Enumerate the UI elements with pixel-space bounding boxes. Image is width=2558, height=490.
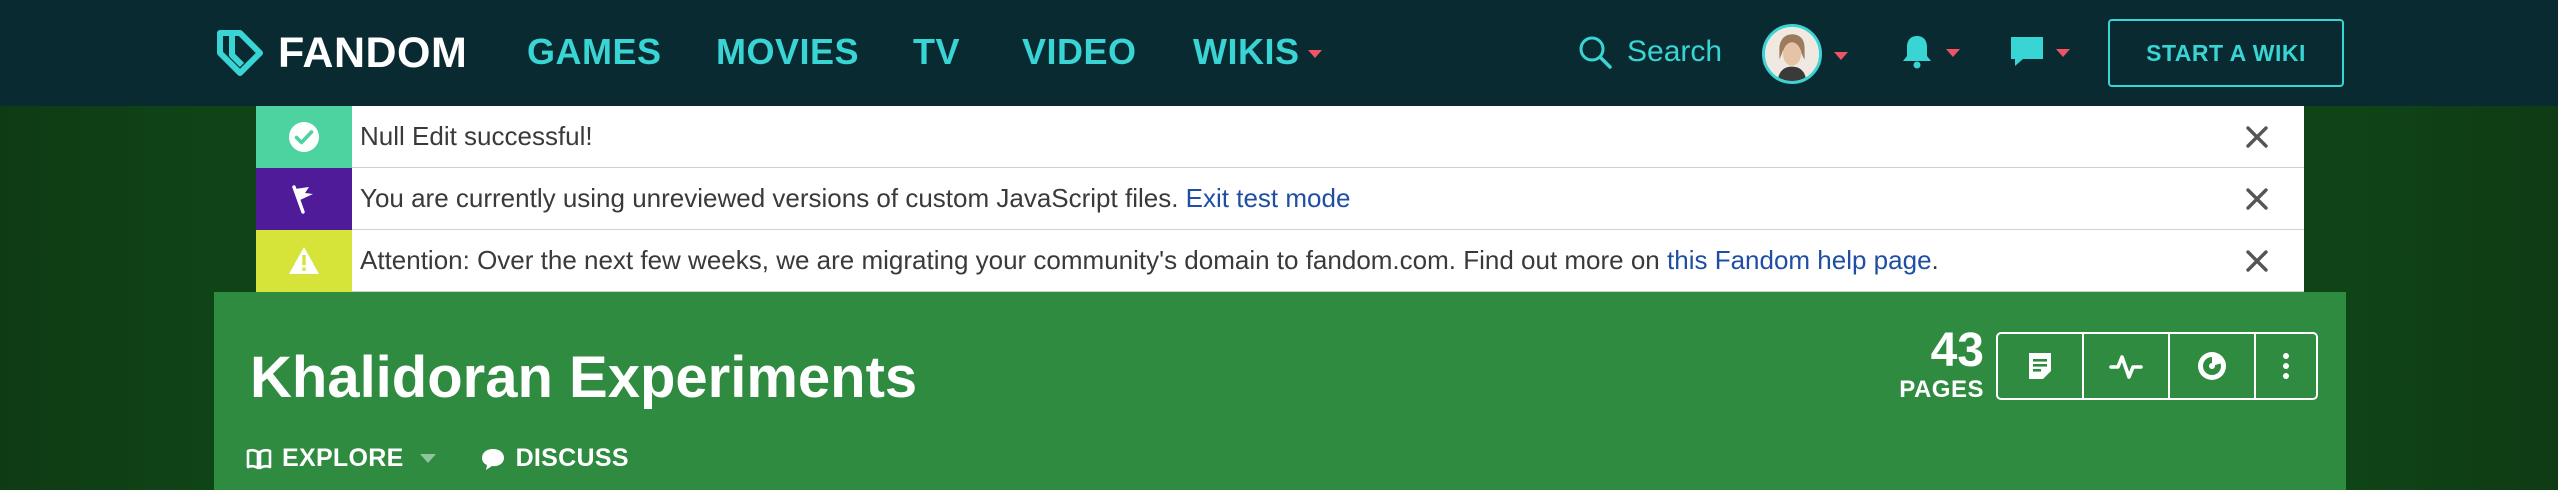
nav-link-wikis[interactable]: WIKIS — [1193, 31, 1322, 72]
logo-text: FANDOM — [278, 28, 468, 77]
banner-message: You are currently using unreviewed versi… — [352, 183, 1350, 214]
banner-success: Null Edit successful! — [256, 105, 2304, 168]
nav-link-tv[interactable]: TV — [913, 31, 961, 72]
more-options-icon — [2283, 353, 2289, 379]
global-navigation: FANDOM GAMES MOVIES TV VIDEO WIKIS Searc… — [0, 0, 2558, 106]
fandom-logo[interactable]: FANDOM — [212, 24, 467, 82]
insights-button[interactable] — [2170, 334, 2256, 398]
add-page-icon — [2029, 353, 2051, 379]
chevron-down-icon — [419, 454, 436, 463]
wiki-tools — [1996, 332, 2318, 400]
chevron-down-icon — [1834, 52, 1848, 60]
nav-link-label: VIDEO — [1022, 31, 1137, 72]
nav-link-label: GAMES — [527, 31, 662, 72]
discuss-label: DISCUSS — [515, 444, 629, 472]
avatar — [1762, 24, 1822, 84]
banner-icon-box — [256, 167, 352, 230]
banner-message: Attention: Over the next few weeks, we a… — [352, 245, 1939, 276]
speech-bubble-icon — [481, 448, 504, 470]
start-a-wiki-button[interactable]: START A WIKI — [2108, 19, 2344, 87]
community-header: Khalidoran Experiments 43 PAGES EXPLORE … — [214, 292, 2346, 490]
explore-label: EXPLORE — [282, 444, 404, 472]
banner-warning: Attention: Over the next few weeks, we a… — [256, 229, 2304, 292]
recent-activity-button[interactable] — [2084, 334, 2170, 398]
banner-message-text: You are currently using unreviewed versi… — [360, 183, 1179, 213]
close-icon — [2246, 250, 2268, 272]
search-label: Search — [1627, 35, 1723, 68]
close-banner-button[interactable] — [2244, 124, 2270, 150]
pages-count-label: PAGES — [1899, 376, 1984, 403]
add-page-button[interactable] — [1998, 334, 2084, 398]
banner-message-suffix: . — [1931, 245, 1939, 275]
nav-link-movies[interactable]: MOVIES — [716, 31, 860, 72]
local-navigation: EXPLORE DISCUSS — [246, 444, 629, 473]
search-icon — [1579, 36, 1612, 69]
close-icon — [2246, 188, 2268, 210]
more-options-button[interactable] — [2256, 334, 2316, 398]
nav-link-games[interactable]: GAMES — [527, 31, 662, 72]
book-icon — [246, 448, 272, 469]
insights-icon — [2198, 352, 2226, 380]
banner-message: Null Edit successful! — [360, 121, 593, 151]
banner-notifications: Null Edit successful! You are currently … — [256, 105, 2304, 292]
nav-link-label: WIKIS — [1193, 31, 1300, 72]
banner-notify: You are currently using unreviewed versi… — [256, 167, 2304, 230]
nav-link-label: MOVIES — [716, 31, 860, 72]
notifications-button[interactable] — [1898, 32, 1960, 70]
banner-message-text: Attention: Over the next few weeks, we a… — [360, 245, 1660, 275]
exit-test-mode-link[interactable]: Exit test mode — [1186, 183, 1351, 213]
close-icon — [2246, 126, 2268, 148]
explore-menu[interactable]: EXPLORE — [246, 444, 436, 473]
recent-activity-icon — [2109, 355, 2143, 379]
banner-icon-box — [256, 105, 352, 168]
pages-count-number: 43 — [1930, 324, 1984, 377]
fandom-help-page-link[interactable]: this Fandom help page — [1667, 245, 1932, 275]
banner-icon-box — [256, 229, 352, 292]
close-banner-button[interactable] — [2244, 248, 2270, 274]
wiki-title[interactable]: Khalidoran Experiments — [250, 344, 917, 411]
fandom-heart-icon — [217, 30, 263, 76]
chevron-down-icon — [2056, 49, 2070, 57]
discuss-link[interactable]: DISCUSS — [480, 444, 629, 473]
pages-counter[interactable]: 43 PAGES — [1814, 326, 1984, 404]
user-avatar-image — [1765, 27, 1819, 81]
chevron-down-icon — [1307, 50, 1322, 58]
nav-link-video[interactable]: VIDEO — [1022, 31, 1137, 72]
nav-link-label: TV — [913, 31, 961, 72]
flag-icon — [292, 184, 313, 214]
close-banner-button[interactable] — [2244, 186, 2270, 212]
messages-button[interactable] — [2008, 32, 2070, 70]
chevron-down-icon — [1946, 49, 1960, 57]
warning-icon — [289, 246, 319, 274]
bell-icon — [1903, 36, 1931, 69]
user-menu[interactable] — [1762, 24, 1848, 84]
checkmark-icon — [289, 121, 319, 152]
search-button[interactable]: Search — [1577, 32, 1722, 72]
chat-bubble-icon — [2011, 37, 2043, 66]
